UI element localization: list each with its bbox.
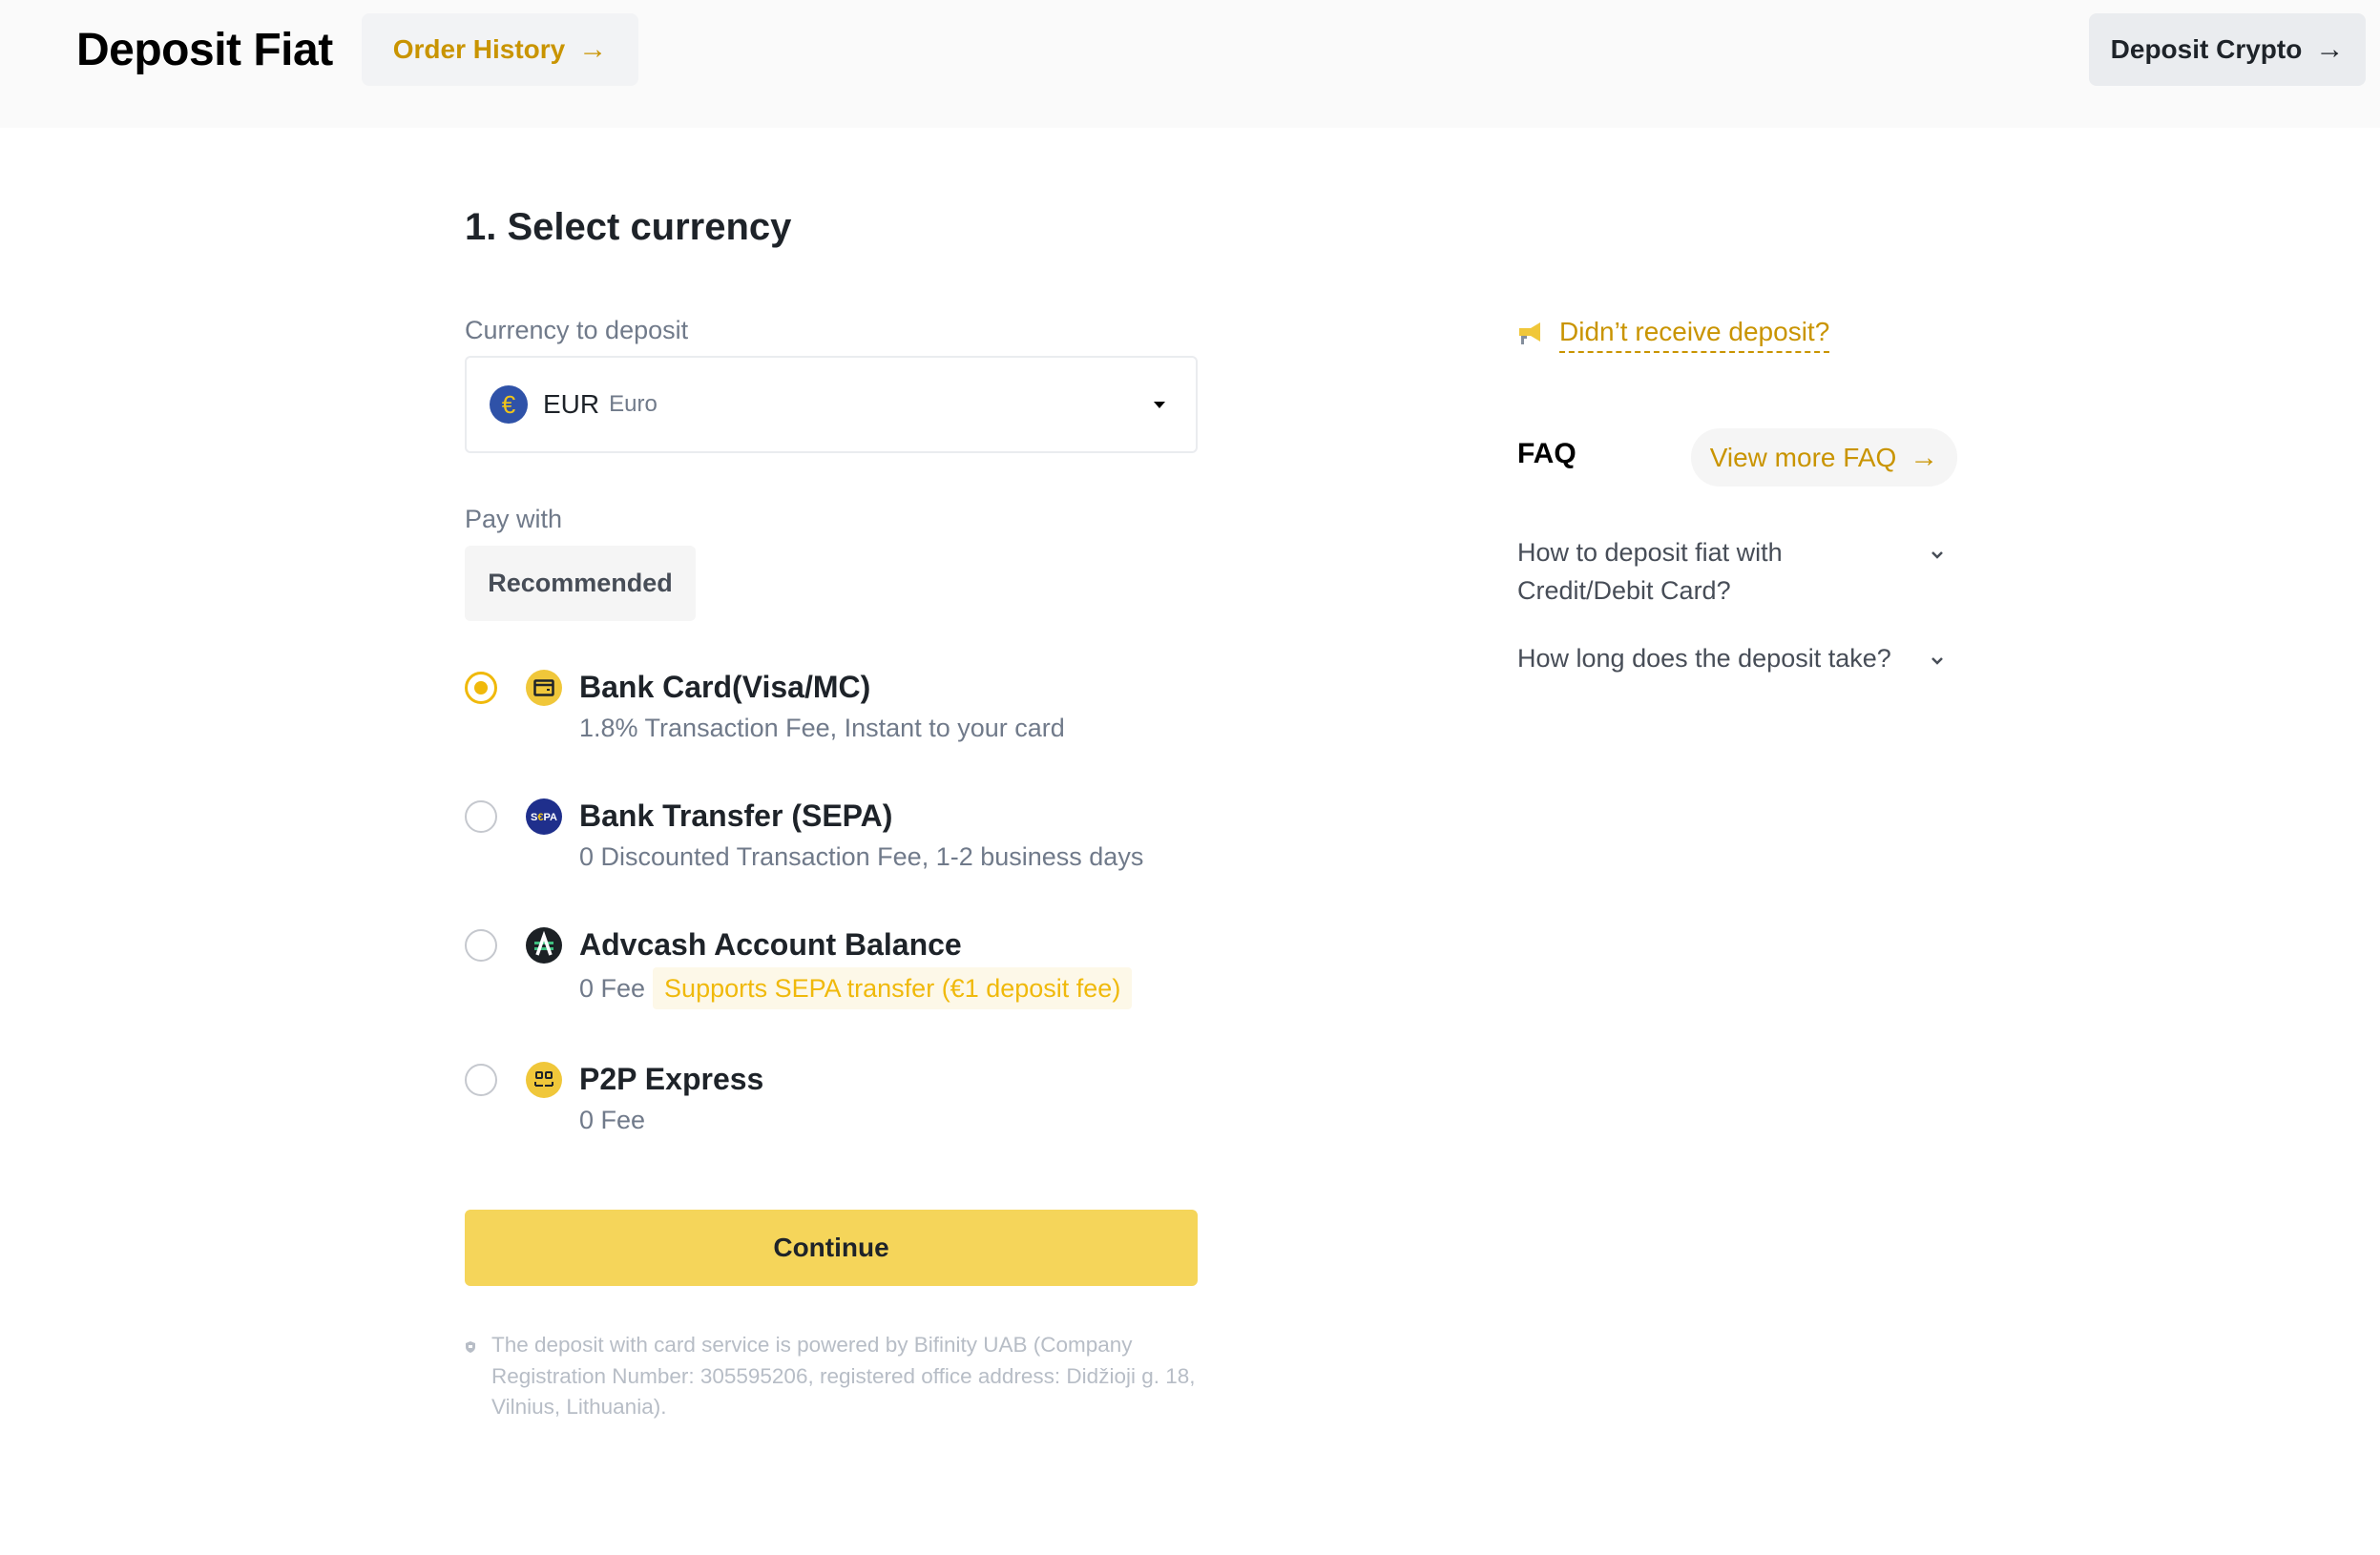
card-icon (526, 670, 562, 706)
payment-option-title: Bank Card(Visa/MC) (579, 670, 871, 704)
payment-option-title: Advcash Account Balance (579, 927, 962, 962)
p2p-icon (526, 1062, 562, 1098)
chevron-down-icon (1931, 657, 1943, 665)
svg-text:S€PA: S€PA (531, 812, 557, 823)
payment-option-fee: 0 Fee (579, 1106, 646, 1134)
payment-option-fee: 1.8% Transaction Fee, Instant to your ca… (579, 714, 1065, 742)
shield-icon (466, 1341, 475, 1353)
deposit-crypto-button[interactable]: Deposit Crypto → (2089, 13, 2366, 86)
pay-with-label: Pay with (465, 505, 563, 533)
currency-select[interactable]: € EUR Euro (465, 356, 1198, 453)
radio-advcash[interactable] (465, 929, 497, 962)
payment-option-fee: 0 Discounted Transaction Fee, 1-2 busine… (579, 842, 1144, 871)
didnt-receive-deposit-text: Didn’t receive deposit? (1559, 315, 1830, 353)
sepa-icon: S€PA (526, 798, 562, 835)
caret-down-icon (1154, 401, 1165, 408)
faq-question: How long does the deposit take? (1517, 644, 1891, 673)
currency-name: Euro (609, 391, 658, 417)
disclaimer: The deposit with card service is powered… (465, 1330, 1198, 1423)
radio-bank-card[interactable] (465, 672, 497, 704)
page-header: Deposit Fiat Order History → Deposit Cry… (0, 0, 2380, 128)
payment-option-title: Bank Transfer (SEPA) (579, 798, 893, 833)
sepa-support-badge: Supports SEPA transfer (€1 deposit fee) (653, 967, 1133, 1009)
didnt-receive-deposit-link[interactable]: Didn’t receive deposit? (1517, 315, 1830, 353)
payment-option-subtitle: 0 Discounted Transaction Fee, 1-2 busine… (579, 839, 1143, 875)
payment-option-subtitle: 0 Fee (579, 1102, 645, 1138)
continue-button[interactable]: Continue (465, 1210, 1198, 1286)
order-history-button[interactable]: Order History → (362, 13, 638, 86)
arrow-right-icon: → (1910, 441, 1939, 473)
arrow-right-icon: → (2315, 33, 2345, 65)
payment-option-subtitle: 1.8% Transaction Fee, Instant to your ca… (579, 710, 1065, 746)
payment-option-subtitle: 0 Fee Supports SEPA transfer (€1 deposit… (579, 967, 1133, 1009)
deposit-crypto-label: Deposit Crypto (2110, 34, 2303, 64)
currency-code: EUR (543, 389, 600, 419)
faq-item[interactable]: How long does the deposit take? (1517, 639, 1947, 677)
recommended-filter-chip[interactable]: Recommended (465, 546, 696, 621)
advcash-icon (526, 927, 562, 964)
radio-p2p-express[interactable] (465, 1064, 497, 1096)
chevron-down-icon (1931, 551, 1943, 559)
view-more-faq-button[interactable]: View more FAQ → (1691, 428, 1957, 487)
faq-title: FAQ (1517, 438, 1576, 469)
faq-question: How to deposit fiat with Credit/Debit Ca… (1517, 538, 1783, 605)
disclaimer-text: The deposit with card service is powered… (491, 1333, 1196, 1419)
arrow-right-icon: → (578, 33, 608, 65)
radio-sepa[interactable] (465, 800, 497, 833)
order-history-label: Order History (392, 34, 566, 64)
page-title: Deposit Fiat (76, 25, 333, 75)
euro-coin-icon: € (490, 385, 528, 424)
section-title: 1. Select currency (465, 206, 792, 248)
payment-option-title: P2P Express (579, 1062, 764, 1096)
view-more-faq-label: View more FAQ (1709, 442, 1897, 472)
faq-item[interactable]: How to deposit fiat with Credit/Debit Ca… (1517, 533, 1947, 610)
payment-option-fee: 0 Fee (579, 974, 646, 1003)
megaphone-icon (1519, 322, 1540, 344)
currency-label: Currency to deposit (465, 316, 689, 344)
